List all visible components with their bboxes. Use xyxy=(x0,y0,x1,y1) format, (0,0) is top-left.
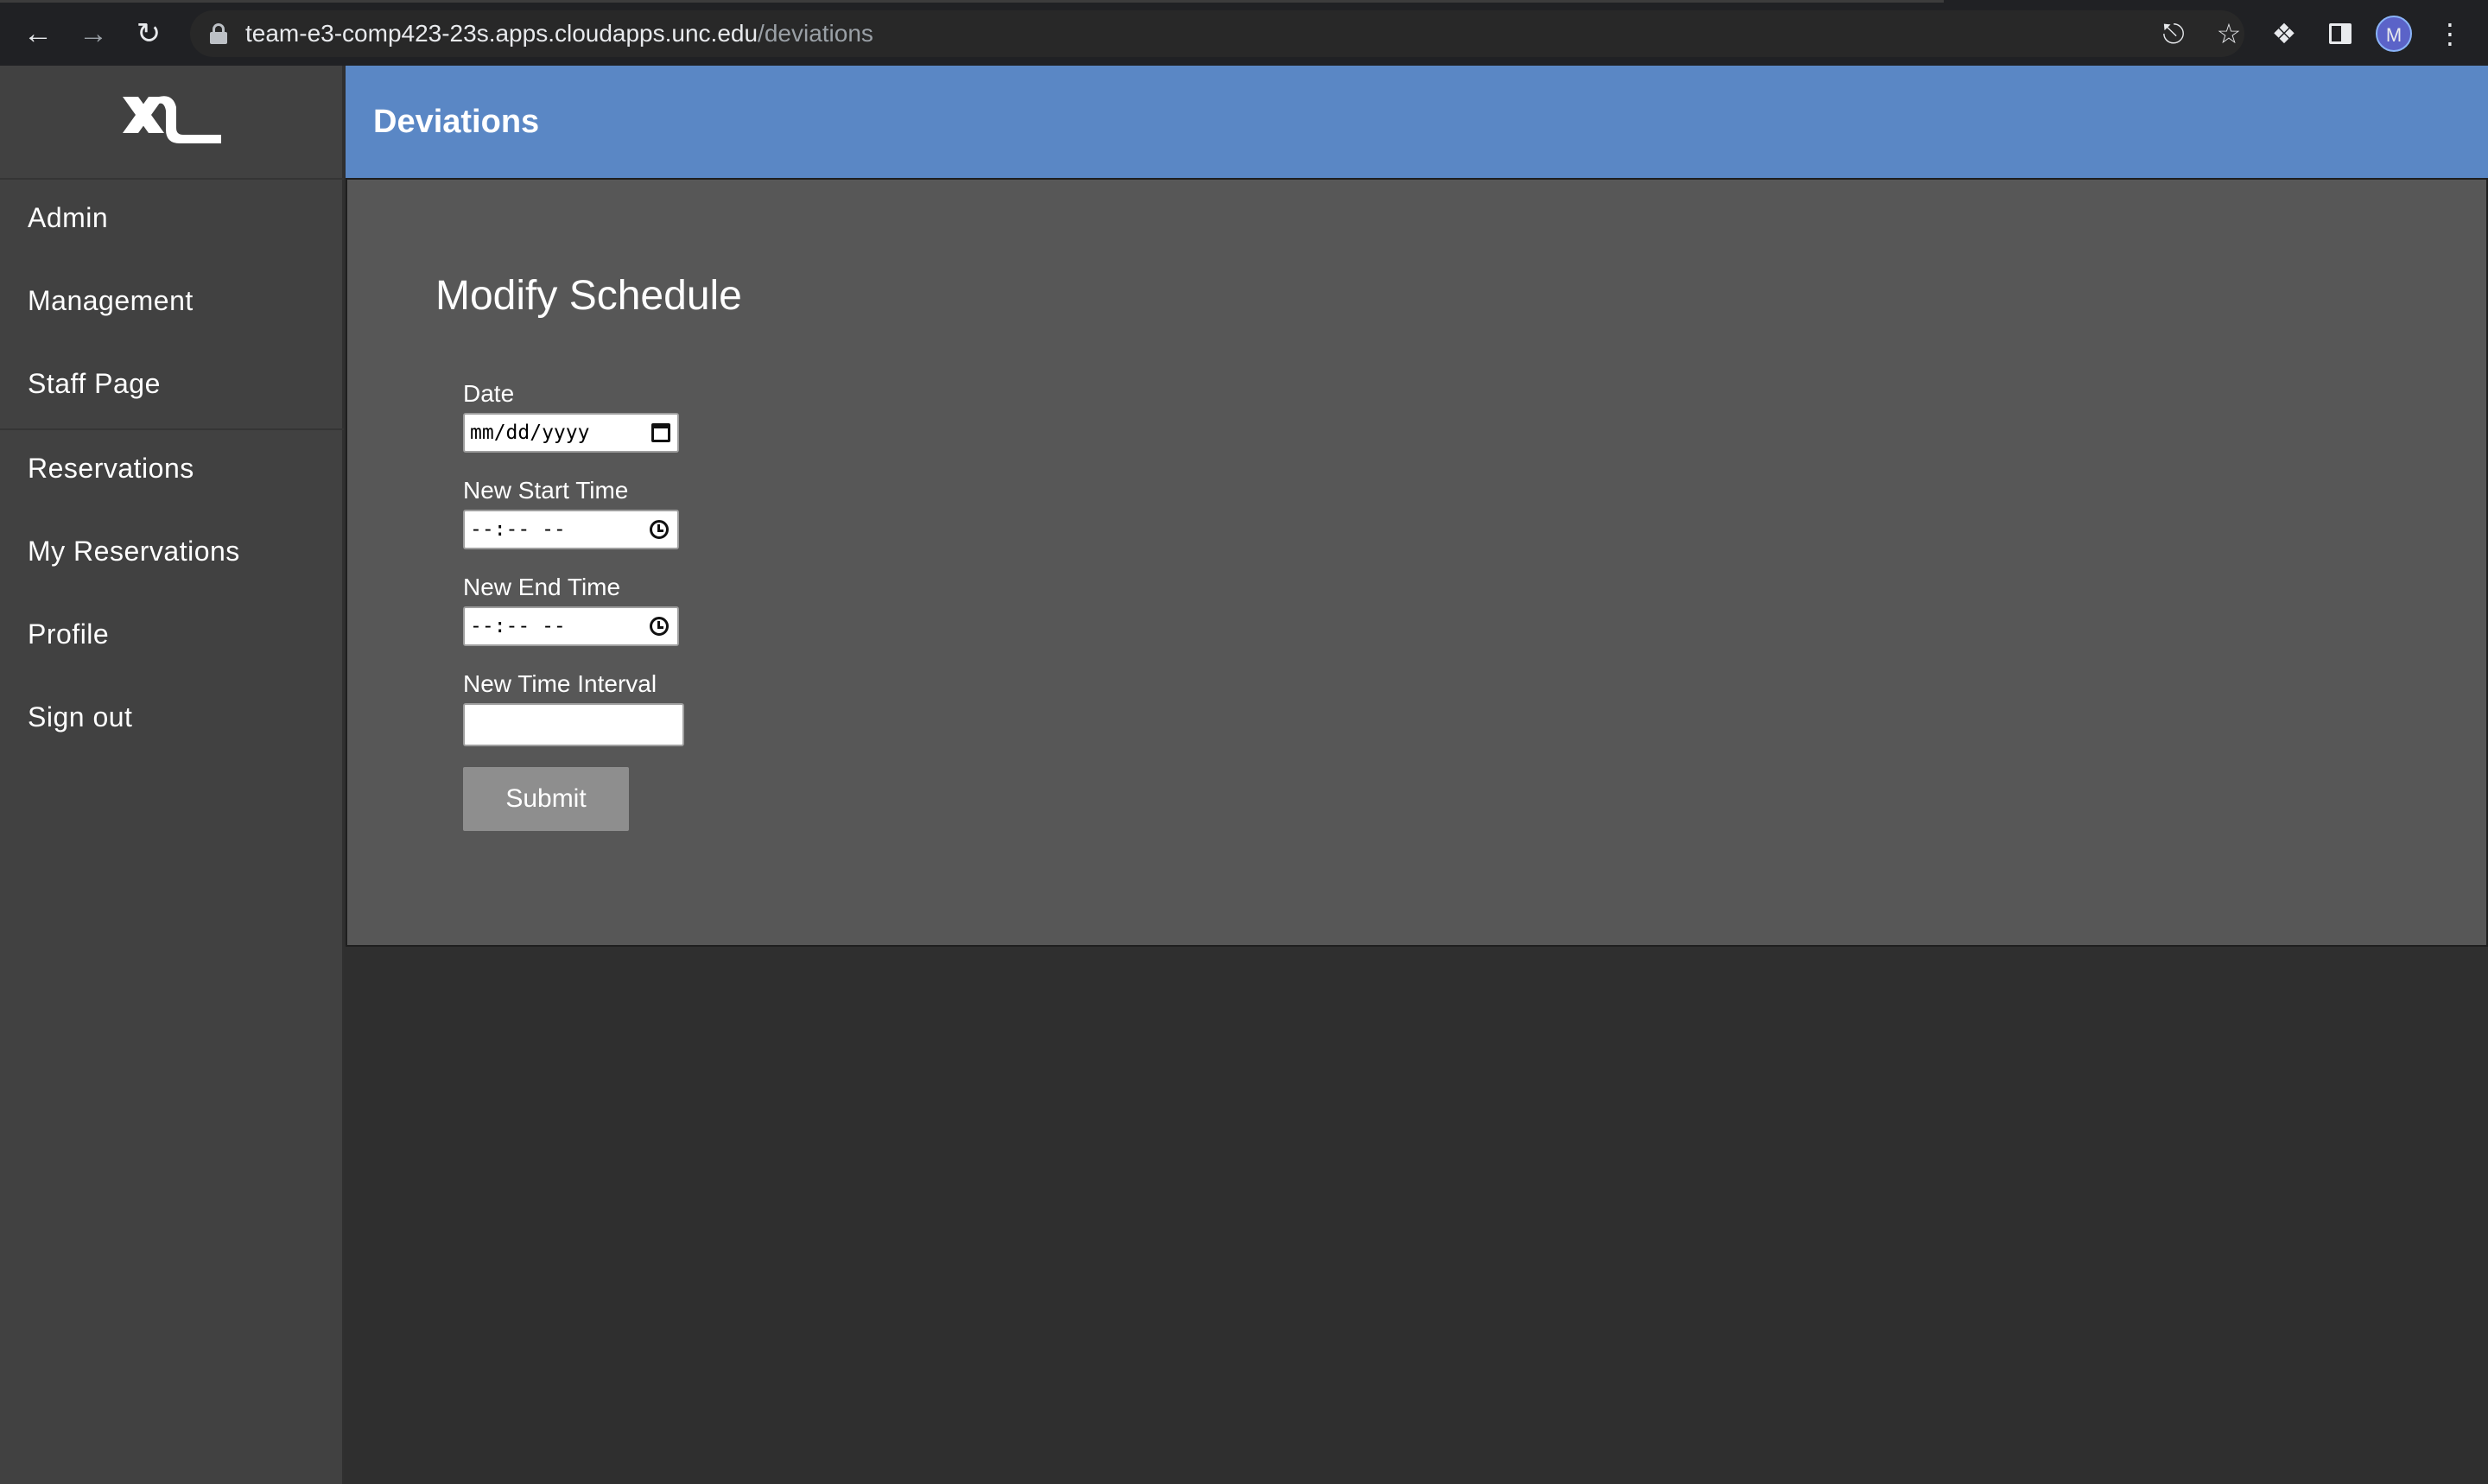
forward-arrow-icon[interactable]: → xyxy=(76,16,111,51)
interval-input[interactable] xyxy=(463,703,684,746)
clock-icon[interactable] xyxy=(650,617,669,636)
kebab-menu-icon[interactable]: ⋮ xyxy=(2433,16,2467,51)
interval-label: New Time Interval xyxy=(463,670,657,697)
side-panel-icon[interactable] xyxy=(2322,16,2357,51)
address-bar[interactable]: team-e3-comp423-23s.apps.cloudapps.unc.e… xyxy=(190,10,2244,57)
modify-schedule-panel: Modify Schedule Date mm/dd/yyyy New Star… xyxy=(346,178,2488,947)
sidebar-item-my-reservations[interactable]: My Reservations xyxy=(28,532,240,570)
date-placeholder: mm/dd/yyyy xyxy=(470,422,590,444)
url-text[interactable]: team-e3-comp423-23s.apps.cloudapps.unc.e… xyxy=(245,20,873,48)
sidebar-item-staff-page[interactable]: Staff Page xyxy=(28,365,161,403)
start-time-label: New Start Time xyxy=(463,477,629,504)
url-path: /deviations xyxy=(758,20,873,47)
end-time-placeholder: --:-- -- xyxy=(470,615,566,637)
start-time-placeholder: --:-- -- xyxy=(470,518,566,541)
sidebar-item-reservations[interactable]: Reservations xyxy=(28,449,194,487)
submit-button[interactable]: Submit xyxy=(463,767,629,831)
sidebar-item-admin[interactable]: Admin xyxy=(28,199,108,237)
form-title: Modify Schedule xyxy=(435,273,742,319)
page-title: Deviations xyxy=(373,104,540,140)
profile-avatar[interactable]: M xyxy=(2376,16,2412,52)
logo-divider xyxy=(0,178,344,180)
loading-bar xyxy=(0,0,1944,3)
star-icon[interactable]: ☆ xyxy=(2212,16,2246,51)
calendar-icon[interactable] xyxy=(651,423,670,442)
sidebar-item-management[interactable]: Management xyxy=(28,282,194,320)
share-icon[interactable]: ⎋ xyxy=(2156,16,2191,51)
end-time-label: New End Time xyxy=(463,574,621,600)
sidebar-item-profile[interactable]: Profile xyxy=(28,615,109,653)
browser-toolbar: ← → ↻ team-e3-comp423-23s.apps.cloudapps… xyxy=(0,0,2488,66)
sidebar-item-sign-out[interactable]: Sign out xyxy=(28,698,132,736)
sidebar: Admin Management Staff Page Reservations… xyxy=(0,66,344,1484)
date-input[interactable]: mm/dd/yyyy xyxy=(463,413,679,453)
page-header: Deviations xyxy=(346,66,2488,178)
clock-icon[interactable] xyxy=(650,520,669,539)
back-arrow-icon[interactable]: ← xyxy=(21,16,55,51)
xl-logo[interactable] xyxy=(119,88,223,149)
start-time-input[interactable]: --:-- -- xyxy=(463,510,679,549)
date-label: Date xyxy=(463,380,515,407)
puzzle-icon[interactable]: ❖ xyxy=(2267,16,2301,51)
reload-icon[interactable]: ↻ xyxy=(131,16,166,51)
url-host: team-e3-comp423-23s.apps.cloudapps.unc.e… xyxy=(245,20,758,47)
end-time-input[interactable]: --:-- -- xyxy=(463,606,679,646)
lock-icon[interactable] xyxy=(209,23,228,44)
sidebar-divider xyxy=(0,428,344,430)
